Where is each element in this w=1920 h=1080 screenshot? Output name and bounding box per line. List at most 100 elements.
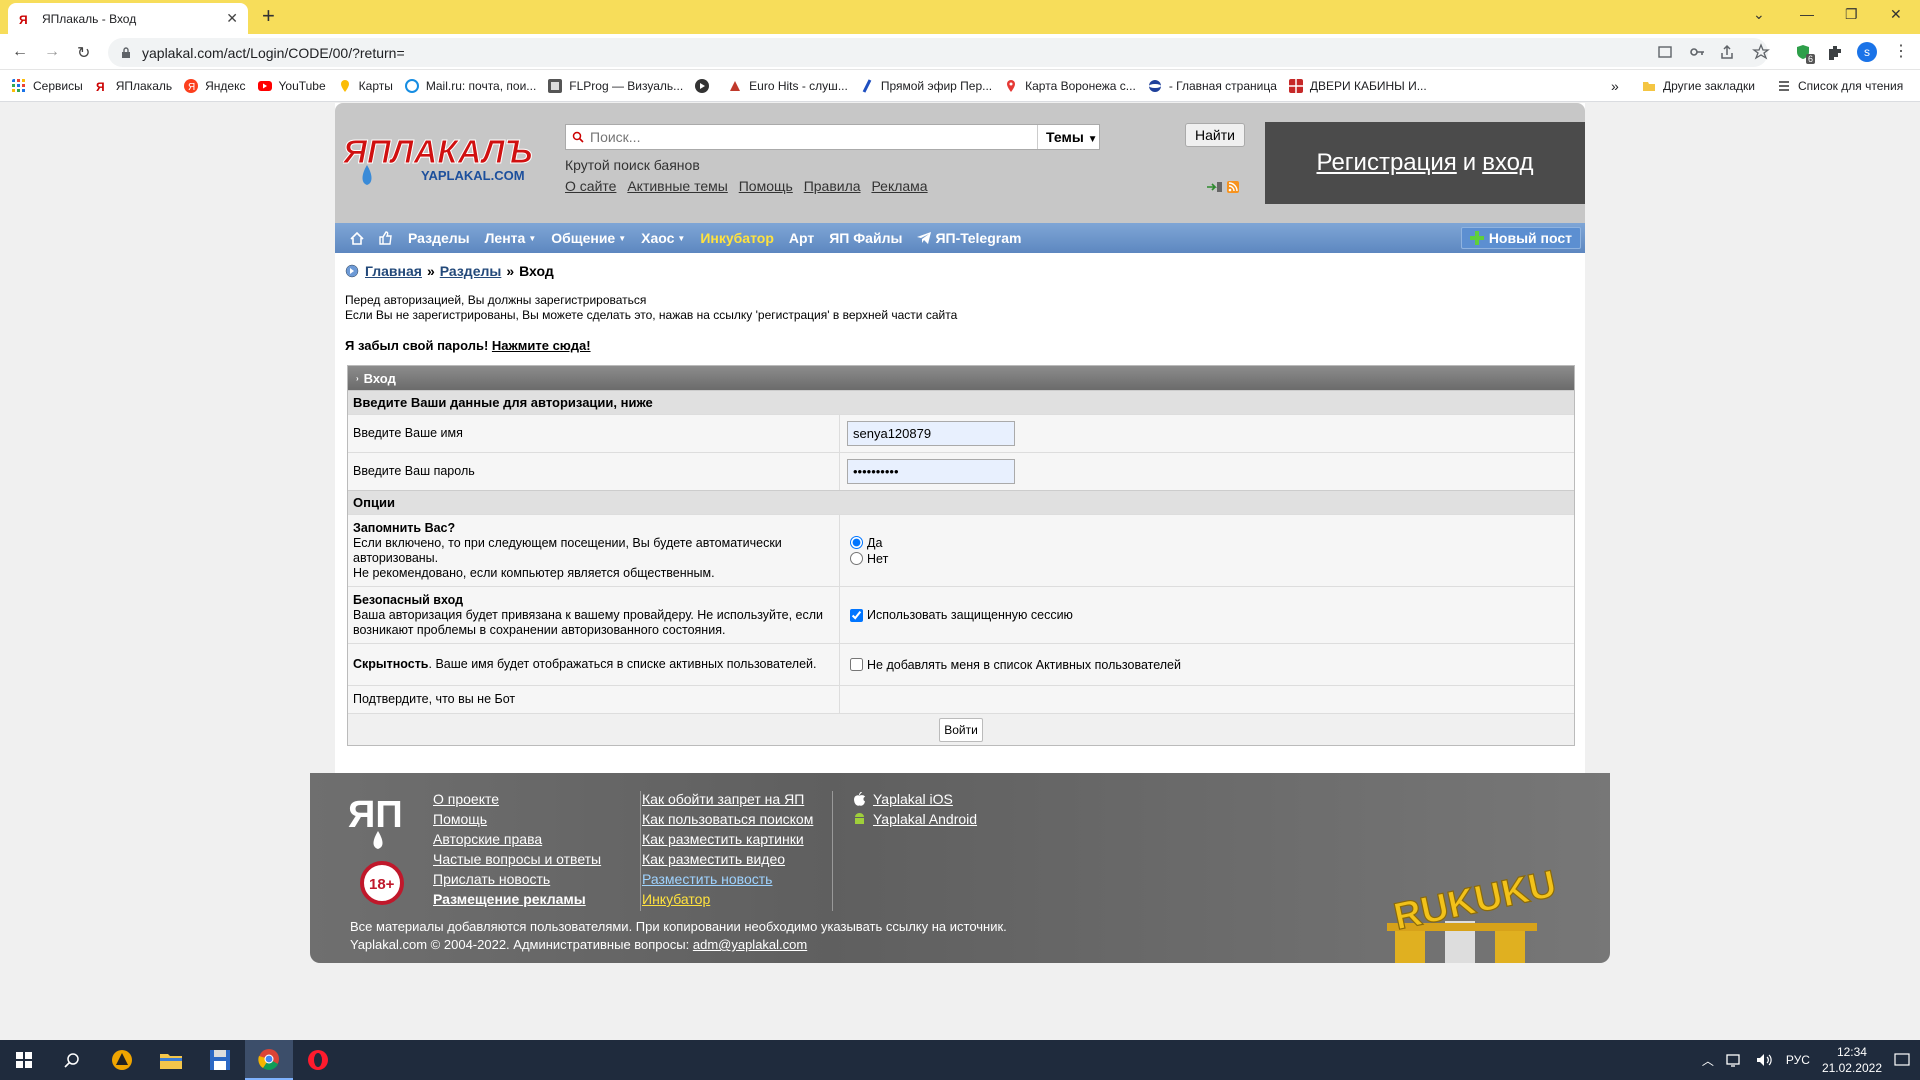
notifications-icon[interactable]	[1894, 1052, 1910, 1068]
back-icon[interactable]: ←	[12, 43, 28, 61]
bookmark-doors[interactable]: ДВЕРИ КАБИНЫ И...	[1288, 78, 1427, 93]
key-icon[interactable]	[1688, 43, 1706, 61]
footer-link-incubator[interactable]: Инкубатор	[642, 889, 813, 909]
thumbs-up-icon[interactable]	[379, 231, 393, 245]
rss-icon[interactable]	[1227, 181, 1239, 193]
footer-link-ios[interactable]: Yaplakal iOS	[873, 789, 953, 809]
footer-link-send-news[interactable]: Прислать новость	[433, 869, 601, 889]
site-logo[interactable]: ЯПЛАКАЛЪ YAPLAKAL.COM	[343, 133, 553, 193]
menu-telegram[interactable]: ЯП-Telegram	[917, 230, 1021, 246]
bookmark-star-icon[interactable]	[1752, 43, 1770, 61]
network-icon[interactable]	[1726, 1053, 1744, 1067]
home-icon[interactable]	[350, 231, 364, 245]
mobile-version-icon[interactable]	[1207, 181, 1223, 193]
taskbar-app-aimp[interactable]	[98, 1040, 146, 1080]
footer-link-bypass[interactable]: Как обойти запрет на ЯП	[642, 789, 813, 809]
remember-yes-option[interactable]: Да	[847, 535, 1567, 551]
menu-dots-icon[interactable]: ⋮	[1893, 41, 1909, 61]
bookmark-other-folder[interactable]: Другие закладки	[1642, 79, 1755, 93]
bookmark-mailru[interactable]: Mail.ru: почта, пои...	[404, 78, 536, 93]
remember-yes-radio[interactable]	[850, 536, 863, 549]
search-taskbar-button[interactable]	[48, 1040, 96, 1080]
bookmark-eurohits[interactable]: Euro Hits - слуш...	[728, 79, 848, 93]
new-post-button[interactable]: Новый пост	[1460, 227, 1581, 249]
bookmark-voronezh-map[interactable]: Карта Воронежа с...	[1004, 79, 1136, 93]
secure-session-option[interactable]: Использовать защищенную сессию	[847, 607, 1567, 623]
footer-link-video-howto[interactable]: Как разместить видео	[642, 849, 813, 869]
menu-feed[interactable]: Лента ▼	[485, 230, 537, 246]
menu-sections[interactable]: Разделы	[408, 230, 470, 246]
remember-no-radio[interactable]	[850, 552, 863, 565]
admin-email-link[interactable]: adm@yaplakal.com	[693, 937, 807, 952]
restore-icon[interactable]: ❐	[1845, 6, 1858, 23]
start-button[interactable]	[0, 1040, 48, 1080]
yp-logo-icon[interactable]: ЯП	[348, 787, 412, 853]
link-rules[interactable]: Правила	[804, 178, 861, 194]
bookmark-flprog[interactable]: FLProg — Визуаль...	[548, 78, 683, 93]
tab-close-icon[interactable]: ✕	[226, 10, 238, 27]
footer-link-images-howto[interactable]: Как разместить картинки	[642, 829, 813, 849]
find-button[interactable]: Найти	[1185, 123, 1245, 147]
bookmark-live[interactable]: Прямой эфир Пер...	[860, 79, 992, 93]
taskbar-app-explorer[interactable]	[147, 1040, 195, 1080]
bookmark-youtube[interactable]: YouTube	[257, 79, 326, 93]
footer-android[interactable]: Yaplakal Android	[853, 809, 977, 829]
tray-chevron-icon[interactable]: ︿	[1702, 1052, 1714, 1069]
clock[interactable]: 12:34 21.02.2022	[1822, 1044, 1882, 1076]
link-ads[interactable]: Реклама	[871, 178, 927, 194]
footer-link-faq[interactable]: Частые вопросы и ответы	[433, 849, 601, 869]
forward-icon[interactable]: →	[44, 43, 60, 61]
hidden-checkbox[interactable]	[850, 658, 863, 671]
footer-link-help[interactable]: Помощь	[433, 809, 601, 829]
bookmark-play[interactable]	[695, 78, 716, 93]
menu-files[interactable]: ЯП Файлы	[829, 230, 902, 246]
new-tab-button[interactable]: +	[262, 5, 275, 27]
taskbar-app-opera[interactable]	[294, 1040, 342, 1080]
link-help[interactable]: Помощь	[739, 178, 793, 194]
footer-link-ads[interactable]: Размещение рекламы	[433, 889, 601, 909]
bookmark-maps[interactable]: Карты	[338, 79, 393, 93]
login-submit-button[interactable]: Войти	[939, 717, 983, 742]
profile-avatar[interactable]: s	[1857, 42, 1877, 62]
reading-list[interactable]: Список для чтения	[1777, 79, 1903, 93]
bookmarks-more-icon[interactable]: »	[1611, 78, 1619, 94]
keyboard-language[interactable]: РУС	[1786, 1053, 1810, 1067]
footer-link-copyright[interactable]: Авторские права	[433, 829, 601, 849]
address-bar[interactable]: yaplakal.com/act/Login/CODE/00/?return=	[108, 38, 1768, 67]
footer-link-search-howto[interactable]: Как пользоваться поиском	[642, 809, 813, 829]
username-field[interactable]	[847, 421, 1015, 446]
menu-chaos[interactable]: Хаос ▼	[641, 230, 685, 246]
login-link[interactable]: вход	[1482, 149, 1533, 177]
topics-select[interactable]: Темы ▼	[1037, 125, 1099, 149]
close-window-icon[interactable]: ✕	[1890, 6, 1902, 23]
tab-search-icon[interactable]: ⌄	[1753, 6, 1765, 23]
footer-link-about[interactable]: О проекте	[433, 789, 601, 809]
search-input[interactable]	[590, 129, 1037, 145]
link-about[interactable]: О сайте	[565, 178, 616, 194]
bookmark-apps[interactable]: Сервисы	[12, 78, 83, 93]
register-link[interactable]: Регистрация	[1316, 149, 1456, 177]
footer-link-android[interactable]: Yaplakal Android	[873, 809, 977, 829]
menu-incubator[interactable]: Инкубатор	[700, 230, 774, 246]
translate-icon[interactable]	[1656, 43, 1674, 61]
reload-icon[interactable]: ↻	[77, 43, 90, 63]
bookmark-main-page[interactable]: - Главная страница	[1148, 79, 1277, 93]
browser-tab[interactable]: Я ЯПлакаль - Вход ✕	[8, 3, 248, 34]
hidden-option[interactable]: Не добавлять меня в список Активных поль…	[847, 657, 1567, 673]
footer-link-post-news[interactable]: Разместить новость	[642, 869, 813, 889]
volume-icon[interactable]	[1756, 1053, 1774, 1067]
remember-no-option[interactable]: Нет	[847, 551, 1567, 567]
password-field[interactable]	[847, 459, 1015, 484]
menu-communication[interactable]: Общение ▼	[551, 230, 626, 246]
share-icon[interactable]	[1718, 43, 1736, 61]
link-active-topics[interactable]: Активные темы	[627, 178, 728, 194]
forgot-password-link[interactable]: Нажмите сюда!	[492, 338, 591, 353]
taskbar-app-save[interactable]	[196, 1040, 244, 1080]
extensions-puzzle-icon[interactable]	[1826, 43, 1844, 61]
breadcrumb-home[interactable]: Главная	[365, 263, 422, 279]
bookmark-yandex[interactable]: Я Яндекс	[184, 78, 246, 93]
menu-art[interactable]: Арт	[789, 230, 814, 246]
bookmark-yaplakal[interactable]: Я ЯПлакаль	[95, 79, 172, 93]
footer-ios[interactable]: Yaplakal iOS	[853, 789, 977, 809]
breadcrumb-sections[interactable]: Разделы	[440, 263, 502, 279]
